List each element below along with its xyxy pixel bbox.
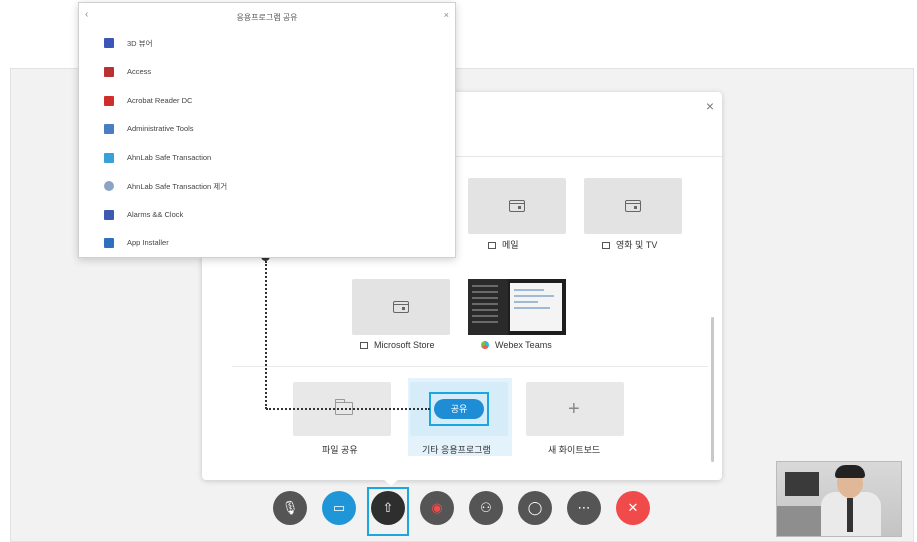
content-line [514,289,544,291]
sidebar-line [472,315,498,317]
sidebar-line [472,309,498,311]
app-caption-microsoft-store: Microsoft Store [360,340,435,350]
webex-sidebar [468,279,508,335]
app-label-movies-tv: 영화 및 TV [616,240,658,250]
app-list-label: 3D 뷰어 [127,39,153,48]
record-icon: ◉ [431,500,443,515]
popup-close-icon[interactable]: × [444,10,449,20]
content-line [514,295,554,297]
video-button[interactable]: ▭ [322,491,356,525]
video-icon: ▭ [332,500,346,515]
app-list-item[interactable]: AhnLab Safe Transaction 제거 [99,176,429,196]
app-thumb-movies-tv[interactable] [584,178,682,234]
app-list-item[interactable]: Acrobat Reader DC [99,91,429,111]
mic-off-icon: 🎙 [281,500,299,515]
desk-shape [777,506,827,536]
chat-button[interactable]: ◯ [518,491,552,525]
person-tie [847,498,853,532]
whiteboard-label: 새 화이트보드 [548,445,601,455]
sidebar-line [472,291,498,293]
self-view-video[interactable] [776,461,902,537]
webex-icon [481,341,489,349]
share-button[interactable]: ⇧ [371,491,405,525]
mute-button[interactable]: 🎙 [273,491,307,525]
app-list-label: App Installer [127,238,169,247]
sidebar-line [472,285,498,287]
app-list-item[interactable]: 3D 뷰어 [99,33,429,53]
app-list-item[interactable]: Alarms && Clock [99,205,429,225]
connector-line [265,261,267,409]
3d-viewer-icon [104,38,114,48]
file-share-label: 파일 공유 [322,445,358,455]
sidebar-line [472,321,498,323]
chat-icon: ◯ [527,500,543,515]
app-caption-movies-tv: 영화 및 TV [602,238,657,251]
app-caption-mail: 메일 [488,238,519,251]
app-list-label: AhnLab Safe Transaction 제거 [127,182,228,191]
access-icon [104,67,114,77]
app-list-item[interactable]: AhnLab Safe Transaction [99,148,429,168]
whiteboard-tile[interactable]: + [526,382,624,436]
connector-line [266,408,430,410]
toolbar-caret [382,478,400,486]
app-share-popup: ‹ 응용프로그램 공유 × 3D 뷰어 Access Acrobat Reade… [78,2,456,258]
other-app-label: 기타 응용프로그램 [422,445,491,455]
record-button[interactable]: ◉ [420,491,454,525]
window-icon [625,200,641,212]
window-icon [509,200,525,212]
app-list-item[interactable]: Access [99,62,429,82]
app-list-item[interactable]: App Installer [99,233,429,253]
popup-title: 응용프로그램 공유 [236,13,298,22]
admin-tools-icon [104,124,114,134]
share-upload-icon: ⇧ [382,500,394,515]
app-list-label: Alarms && Clock [127,210,184,219]
app-label-microsoft-store: Microsoft Store [374,340,435,350]
app-thumb-microsoft-store[interactable] [352,279,450,335]
more-button[interactable]: ⋯ [567,491,601,525]
acrobat-icon [104,96,114,106]
window-icon [488,242,496,249]
participants-button[interactable]: ⚇ [469,491,503,525]
plus-icon: + [568,398,580,420]
app-list-label: Administrative Tools [127,124,194,133]
app-list-item[interactable]: Administrative Tools [99,119,429,139]
content-line [514,307,550,309]
section-divider [232,366,708,367]
app-installer-icon [104,238,114,248]
alarm-clock-icon [104,210,114,220]
more-icon: ⋯ [577,500,591,515]
ahnlab-icon [104,153,114,163]
sidebar-line [472,303,498,305]
monitor-shape [785,472,819,496]
app-thumb-webex-teams[interactable] [468,279,566,335]
participants-icon: ⚇ [480,500,492,515]
person-hair [835,465,865,478]
webex-main [510,283,562,331]
content-line [514,301,538,303]
app-list-label: AhnLab Safe Transaction [127,153,212,162]
ahnlab-remove-icon [104,181,114,191]
share-app-button[interactable]: 공유 [434,399,484,419]
share-panel-close-icon[interactable]: × [706,98,714,114]
sidebar-line [472,297,498,299]
window-icon [360,342,368,349]
app-label-mail: 메일 [502,240,519,250]
close-icon: ✕ [627,500,639,515]
app-list-label: Acrobat Reader DC [127,96,193,105]
app-caption-webex-teams: Webex Teams [481,340,552,350]
leave-button[interactable]: ✕ [616,491,650,525]
panel-scrollbar[interactable] [711,317,714,462]
window-icon [602,242,610,249]
window-icon [393,301,409,313]
app-thumb-mail[interactable] [468,178,566,234]
app-label-webex-teams: Webex Teams [495,340,552,350]
app-list-label: Access [127,67,152,76]
